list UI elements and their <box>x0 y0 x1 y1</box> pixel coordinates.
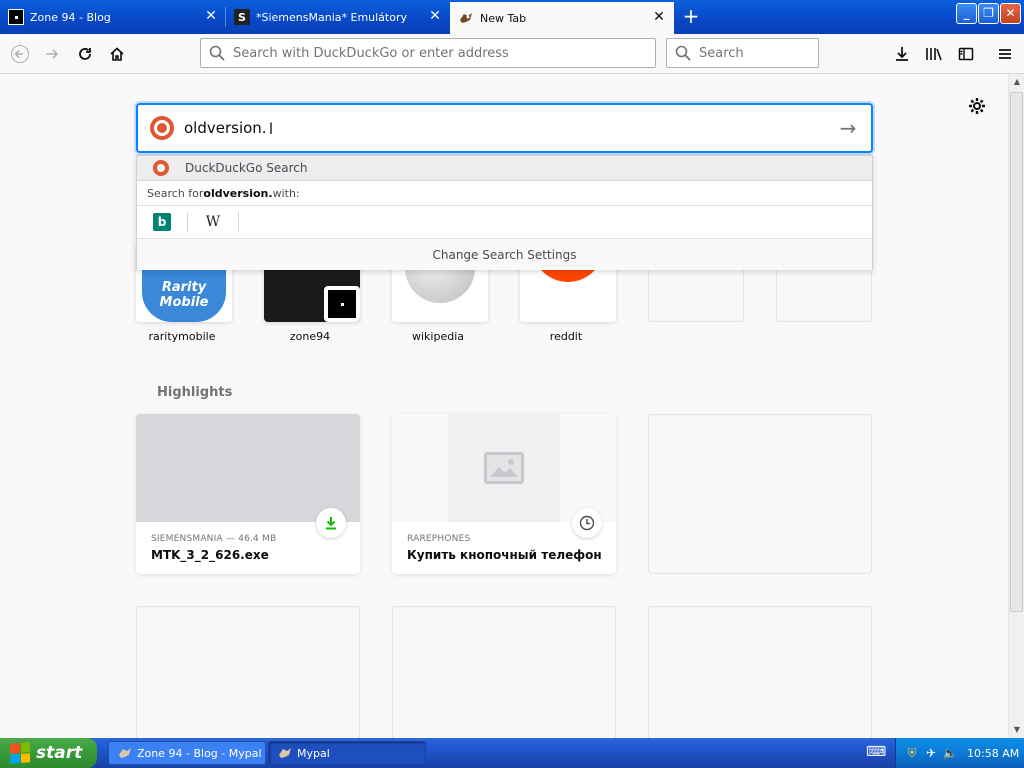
search-suggestions-popup: DuckDuckGo Search Search for oldversion.… <box>136 155 873 270</box>
top-site-label: raritymobile <box>148 330 216 343</box>
close-tab-icon[interactable]: ✕ <box>428 9 442 23</box>
system-tray: ⛨ ✈ 🔈 10:58 AM <box>895 738 1024 768</box>
wikipedia-icon[interactable]: W <box>204 213 222 231</box>
tab-siemensmania[interactable]: S *SiemensMania* Emulátory ✕ <box>226 3 450 31</box>
menu-button[interactable] <box>991 40 1019 68</box>
reload-button[interactable] <box>71 40 99 68</box>
sidebar-button[interactable] <box>952 40 980 68</box>
minimize-icon[interactable]: _ <box>956 3 977 24</box>
top-site-label: zone94 <box>289 330 331 343</box>
mypal-favicon-icon <box>458 10 474 26</box>
address-placeholder: Search with DuckDuckGo or enter address <box>233 45 509 61</box>
start-button[interactable]: start <box>0 738 97 768</box>
card-meta: RAREPHONES <box>407 534 471 544</box>
sidebar-icon <box>958 47 974 61</box>
network-icon[interactable]: ✈ <box>923 745 939 761</box>
start-label: start <box>36 743 83 763</box>
reload-icon <box>79 48 91 60</box>
close-tab-icon[interactable]: ✕ <box>652 10 666 24</box>
back-button[interactable] <box>6 40 34 68</box>
windows-taskbar: start Zone 94 - Blog - Mypal Mypal ⌨ ⛨ ✈… <box>0 738 1024 768</box>
history-clock-icon <box>572 508 602 538</box>
highlight-card-empty <box>648 606 872 738</box>
siemensmania-favicon-icon: S <box>234 9 250 25</box>
change-search-settings-button[interactable]: Change Search Settings <box>137 239 872 270</box>
hamburger-menu-icon <box>999 49 1011 59</box>
search-placeholder: Search <box>699 45 744 61</box>
search-icon <box>209 45 225 61</box>
scroll-up-arrow-icon[interactable]: ▲ <box>1009 74 1024 90</box>
highlight-card-empty <box>136 606 360 738</box>
mypal-favicon-icon <box>117 745 133 761</box>
download-icon <box>316 508 346 538</box>
windows-logo-icon <box>10 742 30 764</box>
back-arrow-icon <box>11 45 29 63</box>
tab-strip: Zone 94 - Blog ✕ S *SiemensMania* Emulát… <box>0 0 1024 34</box>
forward-button[interactable] <box>38 40 66 68</box>
forward-arrow-icon <box>46 49 59 59</box>
duckduckgo-icon <box>153 160 169 176</box>
card-meta: SIEMENSMANIA — 46.4 MB <box>151 534 277 544</box>
library-icon <box>926 48 942 61</box>
close-tab-icon[interactable]: ✕ <box>204 9 218 23</box>
highlight-card-empty <box>392 606 616 738</box>
clock: 10:58 AM <box>967 746 1020 760</box>
one-off-engines: b W <box>137 206 872 239</box>
navigation-toolbar: Search with DuckDuckGo or enter address … <box>0 34 1024 74</box>
taskbar-item-mypal[interactable]: Mypal <box>268 741 426 765</box>
new-tab-page: Rarity Mobile raritymobile zone94 wikipe… <box>0 74 1008 738</box>
restore-icon[interactable]: ❐ <box>978 3 999 24</box>
library-button[interactable] <box>920 40 948 68</box>
home-icon <box>110 47 124 61</box>
search-go-arrow-icon[interactable]: → <box>837 117 859 139</box>
address-bar[interactable]: Search with DuckDuckGo or enter address <box>200 38 656 68</box>
highlight-card-empty <box>648 414 872 574</box>
taskbar-item-label: Mypal <box>297 746 330 760</box>
settings-gear-icon[interactable] <box>967 96 987 116</box>
scrollbar-thumb[interactable] <box>1010 92 1023 612</box>
scroll-down-arrow-icon[interactable]: ▼ <box>1009 722 1024 738</box>
tab-title: *SiemensMania* Emulátory <box>256 10 407 24</box>
zone94-favicon-icon <box>8 9 24 25</box>
download-icon <box>896 47 908 61</box>
tab-title: Zone 94 - Blog <box>30 10 111 24</box>
zone94-favicon-icon <box>324 286 360 322</box>
search-icon <box>675 45 691 61</box>
card-thumbnail <box>136 414 360 522</box>
highlight-card[interactable]: SIEMENSMANIA — 46.4 MB MTK_3_2_626.exe <box>136 414 360 574</box>
card-title: MTK_3_2_626.exe <box>151 548 269 562</box>
suggestion-label: DuckDuckGo Search <box>185 161 308 175</box>
tab-title: New Tab <box>480 11 527 25</box>
search-input-value: oldversion. <box>184 119 267 137</box>
newtab-search-input[interactable]: oldversion. I → <box>136 103 873 153</box>
taskbar-item-label: Zone 94 - Blog - Mypal <box>137 746 262 760</box>
close-window-icon[interactable]: ✕ <box>1000 3 1021 24</box>
downloads-button[interactable] <box>888 40 916 68</box>
security-shield-icon[interactable]: ⛨ <box>904 745 920 761</box>
volume-icon[interactable]: 🔈 <box>942 745 958 761</box>
image-placeholder-icon <box>484 452 524 484</box>
search-bar[interactable]: Search <box>666 38 819 68</box>
home-button[interactable] <box>103 40 131 68</box>
taskbar-item-zone94[interactable]: Zone 94 - Blog - Mypal <box>108 741 266 765</box>
new-tab-plus-icon[interactable]: + <box>680 6 702 28</box>
tab-zone94[interactable]: Zone 94 - Blog ✕ <box>0 3 226 31</box>
top-site-label: wikipedia <box>411 330 464 343</box>
duckduckgo-icon <box>150 116 174 140</box>
search-for-header: Search for oldversion. with: <box>137 181 872 206</box>
card-title: Купить кнопочный телефон Н... <box>407 548 607 562</box>
card-thumbnail <box>392 414 616 522</box>
bing-icon[interactable]: b <box>153 213 171 231</box>
keyboard-icon[interactable]: ⌨ <box>866 744 886 762</box>
vertical-scrollbar[interactable]: ▲ ▼ <box>1008 74 1024 738</box>
mypal-favicon-icon <box>277 745 293 761</box>
tab-new-tab[interactable]: New Tab ✕ <box>450 2 674 34</box>
text-cursor-icon: I <box>268 118 274 138</box>
highlight-card[interactable]: RAREPHONES Купить кнопочный телефон Н... <box>392 414 616 574</box>
highlights-heading: Highlights <box>157 385 233 400</box>
suggestion-duckduckgo[interactable]: DuckDuckGo Search <box>137 156 872 181</box>
top-site-label: reddit <box>549 330 583 343</box>
